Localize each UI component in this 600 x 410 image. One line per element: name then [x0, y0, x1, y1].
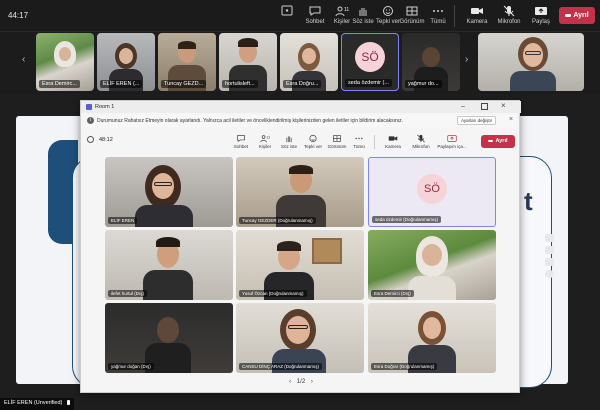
toolbar-camera-button[interactable]: Kamera: [462, 5, 492, 25]
change-settings-button[interactable]: Ayarları değiştir: [457, 116, 497, 125]
window-minimize-button[interactable]: –: [461, 103, 465, 110]
strip-prev-arrow-icon[interactable]: ‹: [22, 54, 25, 65]
banner-close-button[interactable]: ×: [509, 116, 513, 123]
grid-pagination: ‹ 1/2 ›: [289, 379, 313, 385]
window-titlebar: Room 1 – ×: [81, 101, 521, 113]
toolbar-more-button[interactable]: Tümü: [272, 5, 302, 25]
toolbar-divider: [454, 5, 455, 27]
share-icon: [447, 135, 457, 142]
window-title: Room 1: [95, 104, 115, 110]
camera-icon: [471, 8, 483, 14]
page-prev-button[interactable]: ‹: [289, 379, 291, 385]
room-people-button[interactable]: 11 Kişiler: [253, 134, 277, 149]
participant-thumbnail[interactable]: Esra Demirc...: [36, 33, 94, 91]
participant-thumbnail[interactable]: ELİF EREN (...: [97, 33, 155, 91]
shield-icon: [87, 136, 94, 143]
mic-icon: [66, 400, 70, 406]
teams-logo-icon: [86, 104, 92, 110]
participant-thumbnail[interactable]: hortulisleft...: [219, 33, 277, 91]
people-icon: 11: [260, 135, 270, 143]
participant-tile[interactable]: Esra Doğrar (Doğrulanmamış): [368, 303, 496, 373]
room-timer: 48:12: [99, 137, 113, 143]
mic-off-icon: [503, 5, 515, 17]
window-close-button[interactable]: ×: [501, 101, 506, 110]
svg-text:11: 11: [266, 136, 270, 140]
settings-small-icon[interactable]: [545, 270, 554, 278]
room-camera-button[interactable]: Kamera: [381, 134, 405, 149]
room-view-button[interactable]: Görünüm: [325, 134, 349, 149]
meeting-toolbar: 44:17 Tümü Sohbet 11 Kişiler Söz iste Te…: [0, 0, 600, 32]
raise-hand-icon: [286, 136, 292, 143]
room-react-button[interactable]: Tepki ver: [301, 134, 325, 149]
participant-tile[interactable]: ELİF EREN: [105, 157, 233, 227]
participant-thumbnail-active[interactable]: SÖ seda özdemir (...: [341, 33, 399, 91]
participant-tile[interactable]: Yusuf Özcan (Doğrulanmamış): [236, 230, 364, 300]
presenter-name-badge: ELİF EREN (Unverified): [0, 398, 74, 410]
share-small-icon[interactable]: [545, 258, 554, 266]
chat-small-icon[interactable]: [545, 246, 554, 254]
toolbar-divider: [374, 135, 375, 149]
participant-thumbnail[interactable]: Tuncay GEZD...: [158, 33, 216, 91]
participant-thumbnail[interactable]: yağmur do...: [402, 33, 460, 91]
toolbar-share-button[interactable]: Paylaş: [526, 5, 556, 25]
ellipsis-icon: [433, 10, 443, 12]
participant-thumbnail[interactable]: Esra Doğru...: [280, 33, 338, 91]
participant-strip: ‹ Esra Demirc... ELİF EREN (... Tuncay G…: [0, 32, 600, 94]
mic-off-icon: [417, 134, 425, 143]
page-next-button[interactable]: ›: [311, 379, 313, 385]
raise-hand-icon: [359, 8, 367, 16]
more-icon: [281, 5, 293, 16]
camera-small-icon[interactable]: [545, 234, 554, 242]
strip-next-arrow-icon[interactable]: ›: [465, 54, 468, 65]
view-icon: [406, 6, 418, 16]
camera-icon: [388, 136, 398, 141]
participant-tile-active[interactable]: SÖ seda özdemir (Doğrulanmamış): [368, 157, 496, 227]
info-icon: i: [87, 117, 94, 124]
participant-tile[interactable]: ilefet hurtul (Dış): [105, 230, 233, 300]
meeting-timer: 44:17: [8, 11, 29, 20]
side-controls: [545, 234, 555, 280]
toolbar-mic-button[interactable]: Mikrofon: [494, 5, 524, 25]
chat-icon: [309, 6, 321, 16]
smiley-icon: [309, 134, 317, 143]
avatar: SÖ: [417, 174, 447, 204]
view-icon: [333, 135, 341, 142]
avatar: SÖ: [355, 42, 385, 72]
ellipsis-icon: [355, 137, 363, 140]
room-mic-button[interactable]: Mikrofon: [409, 134, 433, 149]
room-chat-button[interactable]: Sohbet: [229, 134, 253, 149]
self-view-thumbnail[interactable]: [478, 33, 584, 91]
participant-tile[interactable]: CANSU DİNÇ ARAZ (Doğrulanmamış): [236, 303, 364, 373]
dnd-info-text: Durumunuz Rahatsız Etmeyin olarak ayarla…: [97, 118, 404, 124]
participant-tile[interactable]: yağmur doğan (Dış): [105, 303, 233, 373]
phone-hangup-icon: [565, 13, 572, 17]
toolbar-chat-button[interactable]: Sohbet: [300, 5, 330, 25]
window-maximize-button[interactable]: [481, 103, 488, 110]
dnd-info-banner: i Durumunuz Rahatsız Etmeyin olarak ayar…: [85, 115, 517, 127]
chat-icon: [237, 135, 245, 143]
room-toolbar: 48:12 Sohbet 11 Kişiler Söz iste Tepki v…: [81, 131, 521, 153]
share-icon: [535, 7, 547, 15]
room-raise-hand-button[interactable]: Söz iste: [277, 134, 301, 149]
slide-text-fragment: t: [524, 186, 533, 216]
breakout-room-window: Room 1 – × i Durumunuz Rahatsız Etmeyin …: [80, 100, 521, 393]
room-share-button[interactable]: Paylaşım iça...: [437, 134, 467, 149]
smiley-icon: [383, 6, 393, 16]
toolbar-all-button[interactable]: Tümü: [423, 5, 453, 25]
participant-tile[interactable]: Esra Demirci (Dış): [368, 230, 496, 300]
room-more-button[interactable]: Tümü: [347, 134, 371, 149]
people-icon: 11: [335, 6, 349, 17]
phone-hangup-icon: [488, 139, 494, 142]
participant-tile[interactable]: Tuncay GEZDER (Doğrulanmamış): [236, 157, 364, 227]
room-leave-button[interactable]: Ayrıl: [481, 135, 515, 148]
leave-button[interactable]: Ayrıl: [559, 7, 595, 24]
